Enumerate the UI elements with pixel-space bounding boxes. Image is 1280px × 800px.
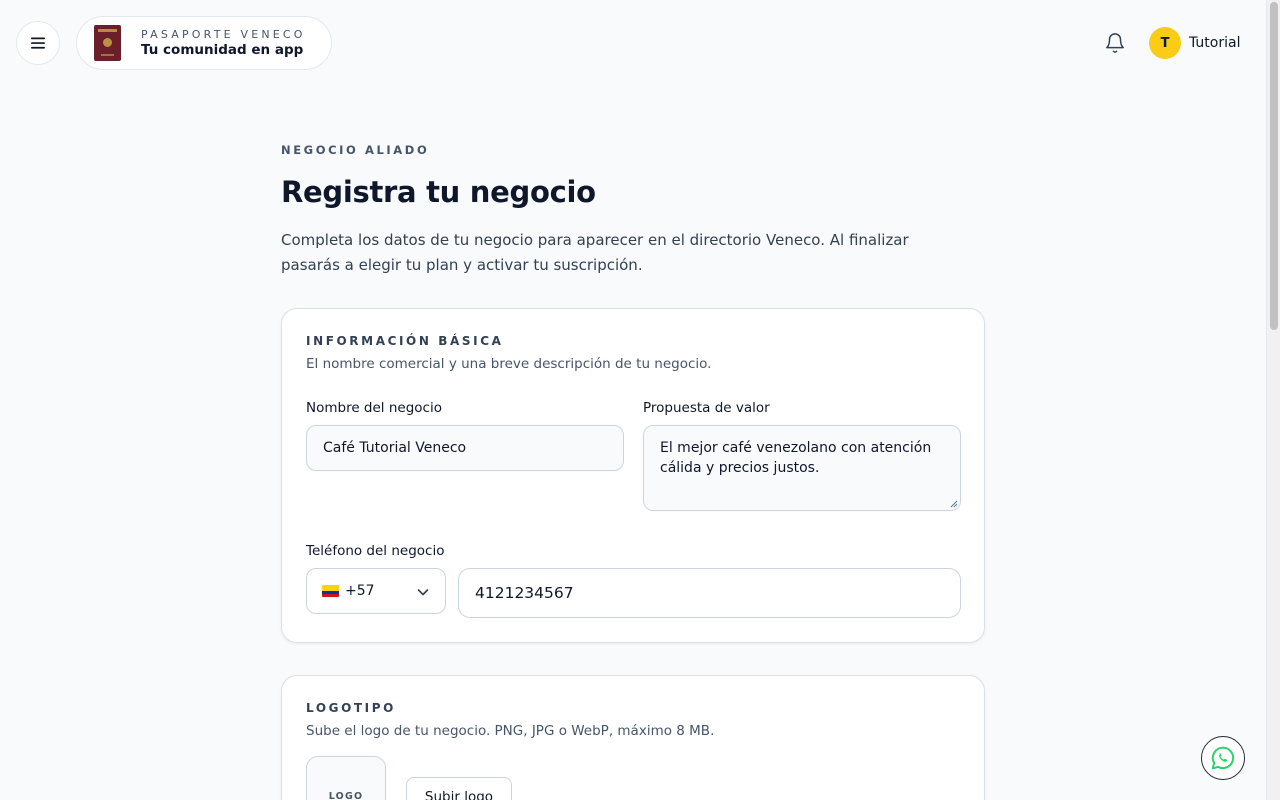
chevron-down-icon [417,589,429,596]
section-description: El nombre comercial y una breve descripc… [306,356,712,372]
upload-logo-button[interactable]: Subir logo [406,777,512,800]
menu-button[interactable] [16,21,60,65]
business-name-label: Nombre del negocio [306,400,442,416]
logo-placeholder: LOGO [306,756,386,800]
scrollbar[interactable] [1266,0,1280,800]
whatsapp-icon [1211,746,1235,770]
brand-pill[interactable]: PASAPORTE VENECO Tu comunidad en app [76,16,332,70]
bell-icon[interactable] [1104,32,1126,54]
phone-input[interactable]: 4121234567 [458,568,961,618]
page-title: Registra tu negocio [281,175,596,209]
scrollbar-thumb[interactable] [1270,2,1278,330]
logo-section-title: LOGOTIPO [306,701,396,715]
value-prop-textarea[interactable]: El mejor café venezolano con atención cá… [643,425,961,511]
brand-title: Tu comunidad en app [141,41,304,58]
country-code: +57 [345,583,375,599]
colombia-flag-icon [322,585,339,597]
logo-card: LOGOTIPO Sube el logo de tu negocio. PNG… [281,675,985,800]
page-description: Completa los datos de tu negocio para ap… [281,231,909,274]
resize-handle-icon[interactable] [950,500,958,508]
section-title: INFORMACIÓN BÁSICA [306,334,504,348]
menu-icon [31,37,45,49]
avatar: T [1149,27,1181,59]
user-menu[interactable]: T Tutorial [1149,27,1240,59]
value-prop-label: Propuesta de valor [643,400,770,416]
basic-info-card: INFORMACIÓN BÁSICA El nombre comercial y… [281,308,985,643]
business-name-input[interactable]: Café Tutorial Veneco [306,425,624,471]
passport-logo [94,25,121,61]
country-code-select[interactable]: +57 [306,568,446,614]
page-header: NEGOCIO ALIADO Registra tu negocio Compl… [281,140,985,277]
page-eyebrow: NEGOCIO ALIADO [281,143,430,157]
phone-label: Teléfono del negocio [306,543,445,559]
whatsapp-button[interactable] [1201,736,1245,780]
logo-section-description: Sube el logo de tu negocio. PNG, JPG o W… [306,723,715,739]
user-name: Tutorial [1189,35,1241,51]
value-prop-text: El mejor café venezolano con atención cá… [660,440,932,476]
brand-eyebrow: PASAPORTE VENECO [141,27,306,41]
